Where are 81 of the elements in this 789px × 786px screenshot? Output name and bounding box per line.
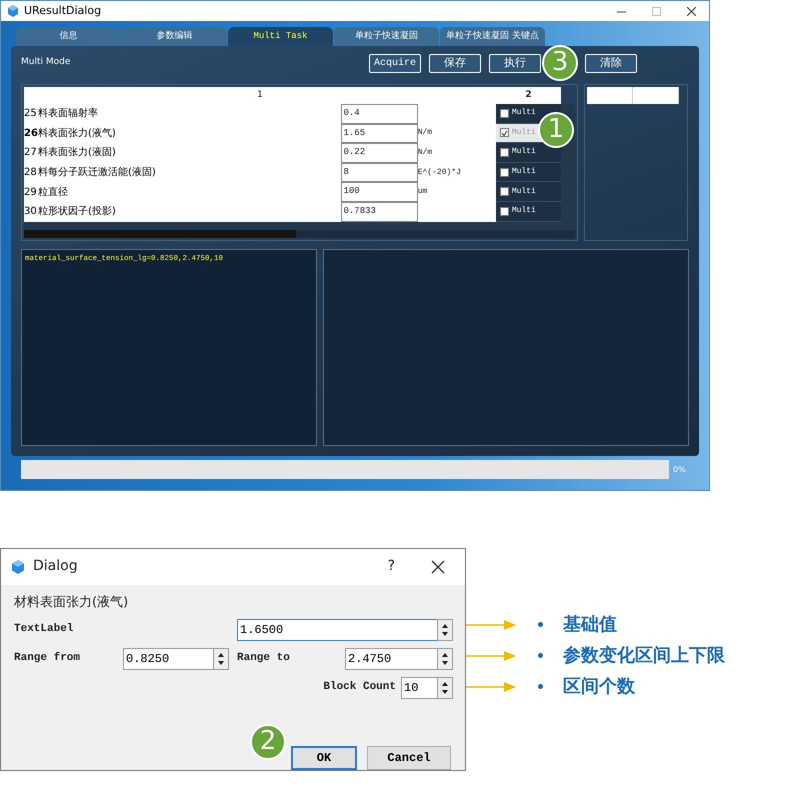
- row-number: 30: [24, 205, 38, 220]
- row-number: 28: [24, 166, 38, 180]
- value-field[interactable]: 8: [340, 162, 418, 182]
- annotation-text: 区间个数: [563, 675, 635, 699]
- checkbox-label: Multi: [512, 146, 536, 158]
- spin-arrows-icon[interactable]: [437, 618, 453, 640]
- tab[interactable]: 单粒子快速凝固 关键点: [440, 27, 545, 46]
- value-field[interactable]: 0.4: [340, 104, 418, 124]
- toolbar-button[interactable]: 保存: [429, 54, 481, 72]
- parameter-name: 料表面张力(液固): [38, 146, 116, 160]
- help-button[interactable]: ?: [388, 556, 395, 578]
- progress-reading: 0%: [673, 464, 686, 476]
- value-field[interactable]: 1.65: [340, 124, 418, 144]
- unit-cell: um: [418, 182, 496, 202]
- field-label: Range to: [237, 651, 291, 666]
- checkbox-label: Multi: [512, 186, 536, 198]
- spin-arrows-icon[interactable]: [213, 648, 229, 670]
- checkbox-label: Multi: [512, 205, 536, 218]
- tab[interactable]: Multi Task: [228, 27, 333, 46]
- unit-cell: N/m: [418, 143, 496, 163]
- checkbox[interactable]: [500, 108, 509, 118]
- spin-box-field[interactable]: 0.8250: [123, 648, 213, 670]
- parameter-name: 料表面张力(液气): [38, 126, 116, 141]
- row-number: 25: [24, 107, 38, 122]
- spin-box-field[interactable]: 2.4750: [345, 648, 437, 670]
- dialog-button[interactable]: Cancel: [367, 746, 451, 770]
- unit-cell: E^(-20)*J: [418, 162, 496, 182]
- mode-label: Multi Mode: [21, 56, 70, 70]
- row-number: 29: [24, 186, 38, 200]
- dialog-heading: 材料表面张力(液气): [14, 594, 130, 612]
- horizontal-scrollbar[interactable]: [24, 230, 575, 238]
- spin-box-field[interactable]: 1.6500: [237, 618, 437, 640]
- checkbox-label: Multi: [512, 126, 536, 139]
- checkbox[interactable]: [500, 128, 509, 138]
- checkbox-label: Multi: [512, 107, 536, 120]
- checkbox[interactable]: [500, 187, 509, 196]
- value-field[interactable]: 0.7833: [340, 202, 418, 222]
- window-title: UResultDialog: [24, 2, 102, 19]
- annotation-text: 基础值: [563, 613, 617, 637]
- bullet-icon: [538, 622, 543, 627]
- check-icon: [501, 130, 508, 137]
- tab[interactable]: 信息: [16, 27, 121, 46]
- checkbox[interactable]: [500, 206, 509, 216]
- scrollbar-thumb[interactable]: [24, 230, 296, 238]
- parameter-name: 粒直径: [38, 186, 68, 200]
- value-field[interactable]: 0.22: [340, 143, 418, 163]
- row-number: 27: [24, 146, 38, 160]
- field-label: Range from: [14, 650, 82, 666]
- app-logo-icon: [7, 4, 19, 18]
- tab[interactable]: 单粒子快速凝固: [334, 27, 439, 46]
- parameter-name: 料表面辐射率: [38, 106, 98, 122]
- field-label: Block Count: [323, 680, 396, 696]
- parameter-name: 料每分子跃迁激活能(液固): [38, 166, 156, 180]
- spin-box-field[interactable]: 10: [401, 676, 437, 698]
- value-field[interactable]: 100: [340, 182, 418, 202]
- toolbar-button[interactable]: Acquire: [369, 54, 421, 72]
- arrow-icon: [466, 650, 518, 662]
- close-icon[interactable]: [431, 560, 445, 574]
- toolbar-button[interactable]: 清除: [585, 54, 637, 72]
- arrow-icon: [466, 680, 518, 692]
- bullet-icon: [538, 684, 543, 689]
- unit-cell: N/m: [418, 124, 496, 144]
- close-icon[interactable]: [687, 6, 696, 16]
- arrow-icon: [466, 618, 518, 630]
- tab[interactable]: 参数编辑: [122, 27, 227, 46]
- annotation-text: 参数变化区间上下限: [563, 644, 725, 668]
- column-header: 1: [24, 87, 496, 104]
- bullet-icon: [538, 653, 543, 658]
- checkbox[interactable]: [500, 168, 509, 177]
- dialog-button[interactable]: OK: [291, 746, 357, 770]
- checkbox-label: Multi: [512, 166, 536, 178]
- dialog-title: Dialog: [33, 557, 78, 576]
- column-header: 2: [496, 87, 562, 104]
- field-label: TextLabel: [14, 622, 74, 638]
- parameter-name: 粒形状因子(投影): [38, 204, 116, 220]
- spin-arrows-icon[interactable]: [437, 648, 453, 670]
- row-number: 26: [24, 126, 38, 141]
- toolbar-button[interactable]: 执行: [489, 54, 541, 72]
- spin-arrows-icon[interactable]: [437, 676, 453, 698]
- checkbox[interactable]: [500, 148, 509, 157]
- app-logo-icon: [11, 558, 25, 575]
